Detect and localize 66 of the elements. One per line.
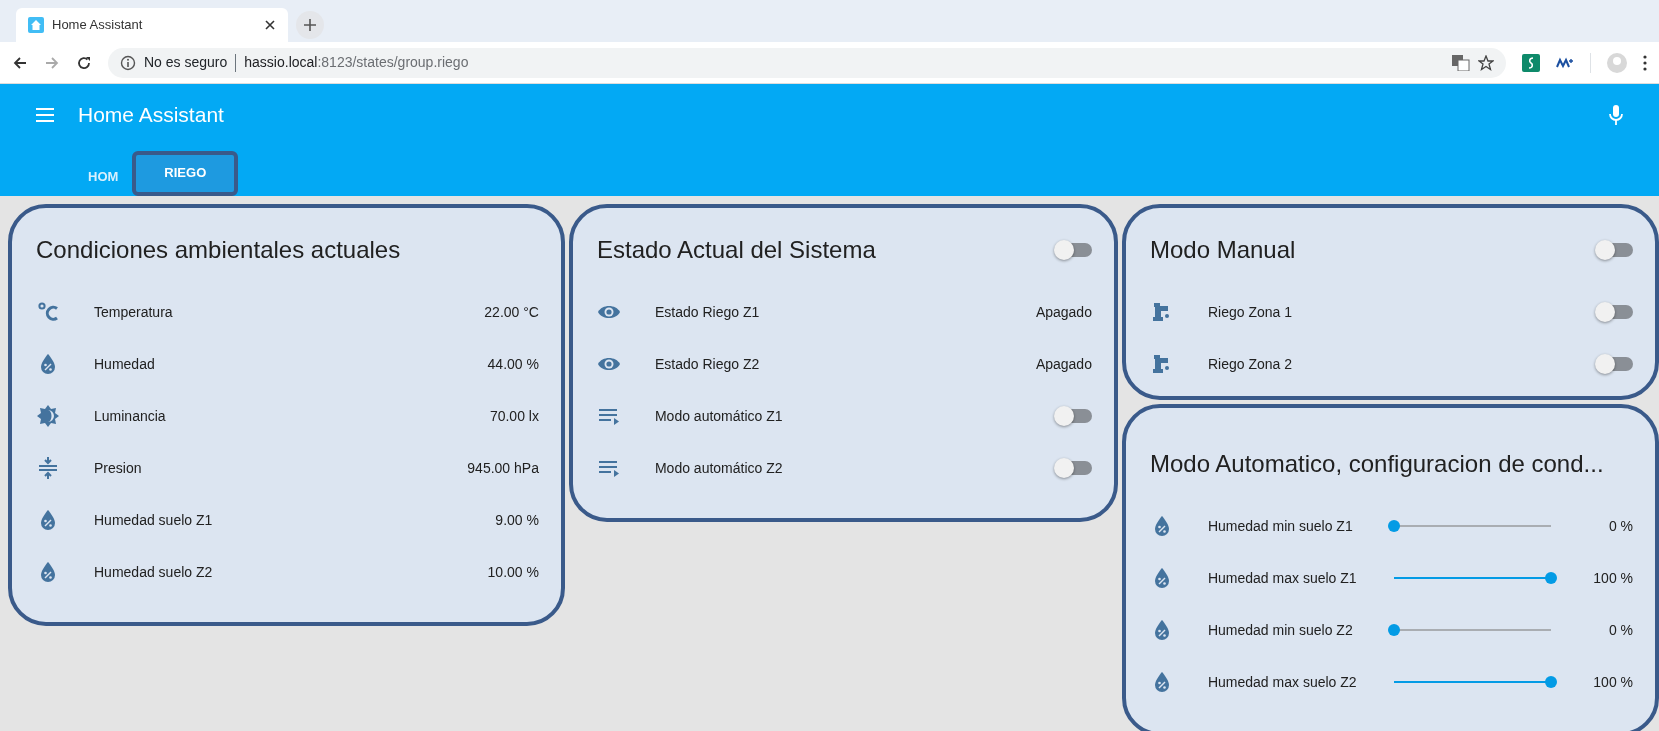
toggle-switch[interactable] [1595,302,1633,322]
toggle-switch[interactable] [1053,458,1092,478]
entity-name: Estado Riego Z2 [654,354,761,374]
entity-state: 44.00 % [487,354,539,374]
entity-name: Humedad min suelo Z1 [1207,516,1354,536]
toggle-switch[interactable] [1595,240,1633,260]
translate-icon[interactable] [1452,54,1470,71]
entity-name: Riego Zona 1 [1207,302,1293,322]
card-title: Modo Manual [1149,235,1296,265]
reload-icon[interactable] [76,54,92,71]
entity-state: Apagado [1035,302,1092,322]
tab-title: Home Assistant [52,16,144,35]
entity-state: 945.00 hPa [467,458,539,478]
entity-name: Estado Riego Z1 [654,302,761,322]
entity-name: Presion [94,458,143,478]
forward-icon[interactable] [44,54,60,71]
entity-name: Humedad [94,354,156,374]
url-text: hassio.local:8123/states/group.riego [244,53,469,72]
microphone-icon[interactable] [1609,105,1623,125]
toggle-switch[interactable] [1595,354,1633,374]
entity-state: 100 % [1592,568,1633,588]
entity-name: Riego Zona 2 [1207,354,1293,374]
more-icon[interactable] [1643,54,1647,71]
entity-name: Modo automático Z1 [654,406,784,426]
entity-state: 9.00 % [495,510,539,530]
entity-name: Humedad suelo Z2 [94,562,214,582]
toggle-switch[interactable] [1053,240,1092,260]
tab[interactable]: RIEGO [132,150,239,196]
compress-arrows-icon [36,456,60,481]
star-icon[interactable] [1478,54,1494,71]
extension-icon[interactable] [1556,56,1574,69]
app-title: Home Assistant [78,102,225,129]
slider-thumb[interactable] [1545,676,1557,688]
toggle-switch[interactable] [1053,406,1092,426]
entity-state: 0 % [1607,516,1633,536]
slider-thumb[interactable] [1545,572,1557,584]
new-tab-button[interactable] [296,11,324,39]
entity-name: Temperatura [94,302,174,322]
entity-state: Apagado [1035,354,1092,374]
entity-name: Modo automático Z2 [654,458,784,478]
browser-tab[interactable]: Home Assistant [16,8,288,42]
brightness-icon [36,404,60,429]
entity-state: 0 % [1607,620,1633,640]
entity-name: Humedad suelo Z1 [94,510,214,530]
back-icon[interactable] [12,54,28,71]
entity-name: Humedad max suelo Z2 [1207,672,1358,692]
entity-name: Humedad max suelo Z1 [1207,568,1358,588]
entity-state: 70.00 lx [489,406,539,426]
slider-thumb[interactable] [1387,520,1400,532]
house-icon [28,17,44,33]
close-icon[interactable] [264,19,276,31]
entity-state: 100 % [1592,672,1633,692]
card-title: Modo Automatico, configuracion de cond... [1149,449,1604,479]
card-title: Estado Actual del Sistema [596,235,876,265]
entity-name: Humedad min suelo Z2 [1207,620,1354,640]
tab[interactable]: HOM [74,158,133,196]
slider-thumb[interactable] [1387,624,1400,636]
extension-icon[interactable] [1522,53,1540,72]
entity-name: Luminancia [94,406,167,426]
card-title: Condiciones ambientales actuales [36,235,401,265]
plus-icon [303,18,317,32]
entity-state: 22.00 °C [484,302,539,322]
security-label: No es seguro [144,53,228,72]
info-icon[interactable] [120,54,136,71]
menu-icon[interactable] [36,108,54,122]
entity-state: 10.00 % [487,562,539,582]
